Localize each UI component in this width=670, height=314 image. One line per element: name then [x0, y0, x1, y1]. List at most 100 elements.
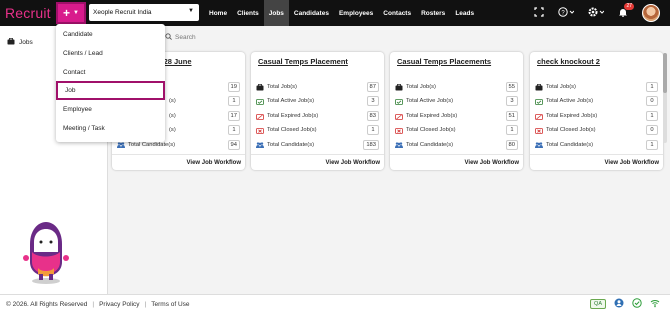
stat-label: Total Job(s) [267, 84, 297, 90]
briefcase-icon [535, 83, 543, 91]
stat-total-jobs: Total Job(s) 1 [535, 81, 658, 93]
stat-label: Total Job(s) [546, 84, 576, 90]
job-card: Casual Temps Placements Total Job(s) 55 … [390, 52, 523, 170]
top-navbar: Recruit + ▼ Xeople Recruit India ▼ Home C… [0, 0, 670, 26]
company-select-value: Xeople Recruit India [93, 9, 152, 16]
closed-job-icon [256, 127, 264, 134]
view-job-workflow-link[interactable]: View Job Workflow [112, 154, 245, 170]
stat-value: 183 [363, 140, 379, 150]
nav-clients[interactable]: Clients [232, 0, 264, 26]
stat-value: 87 [366, 82, 379, 92]
stat-label-partial: (s) [169, 127, 176, 133]
job-card-title[interactable]: Casual Temps Placement [258, 57, 348, 66]
wifi-icon[interactable] [650, 298, 660, 310]
job-card: Casual Temps Placement Total Job(s) 87 T… [251, 52, 384, 170]
search-placeholder: Search [175, 34, 196, 41]
stat-value: 80 [505, 140, 518, 150]
job-cards: lyst - 28 June 19 (s) 1 (s) 17 (s) 1 Total … [112, 52, 664, 172]
search-icon [165, 33, 172, 42]
view-job-workflow-link[interactable]: View Job Workflow [390, 154, 523, 170]
stat-value: 3 [506, 96, 518, 106]
bell-icon[interactable]: 27 [618, 2, 634, 20]
menu-item-employee[interactable]: Employee [56, 100, 165, 119]
stat-label: Total Expired Job(s) [267, 113, 319, 119]
check-circle-icon[interactable] [632, 298, 642, 310]
nav-rosters[interactable]: Rosters [416, 0, 450, 26]
job-card-title[interactable]: check knockout 2 [537, 57, 600, 66]
fullscreen-icon[interactable] [534, 6, 544, 20]
nav-contacts[interactable]: Contacts [378, 0, 416, 26]
menu-item-job[interactable]: Job [56, 81, 165, 100]
company-select[interactable]: Xeople Recruit India ▼ [89, 4, 199, 21]
menu-item-candidate[interactable]: Candidate [56, 25, 165, 44]
cards-scrollbar[interactable] [663, 53, 667, 143]
people-icon [395, 142, 403, 149]
active-job-icon [535, 98, 543, 105]
stat-label: Total Closed Job(s) [546, 127, 596, 133]
menu-item-meeting-task[interactable]: Meeting / Task [56, 119, 165, 138]
footer-separator: | [92, 301, 95, 308]
stat-value: 1 [646, 111, 658, 121]
nav-home[interactable]: Home [204, 0, 232, 26]
top-icons: ? 27 [534, 0, 660, 26]
user-icon[interactable] [614, 298, 624, 310]
stat-value: 1 [228, 96, 240, 106]
stat-label: Total Candidate(s) [546, 142, 594, 148]
nav-leads[interactable]: Leads [450, 0, 479, 26]
job-card-title[interactable]: Casual Temps Placements [397, 57, 491, 66]
stat-expired-jobs: Total Expired Job(s) 83 [256, 110, 379, 122]
nav-employees[interactable]: Employees [334, 0, 378, 26]
stat-label: Total Expired Job(s) [406, 113, 458, 119]
stat-label: Total Active Job(s) [406, 98, 454, 104]
stat-active-jobs: Total Active Job(s) 0 [535, 95, 658, 107]
terms-of-use-link[interactable]: Terms of Use [151, 301, 189, 308]
stat-value: 83 [366, 111, 379, 121]
avatar[interactable] [642, 4, 660, 22]
stat-value: 1 [506, 125, 518, 135]
expired-job-icon [395, 113, 403, 120]
stat-label: Total Active Job(s) [546, 98, 594, 104]
sidebar-item-jobs[interactable]: Jobs [7, 37, 33, 47]
stat-value: 51 [505, 111, 518, 121]
stat-total-candidates: Total Candidate(s) 1 [535, 139, 658, 151]
stat-total-jobs: Total Job(s) 55 [395, 81, 518, 93]
privacy-policy-link[interactable]: Privacy Policy [99, 301, 139, 308]
stat-label-partial: (s) [169, 98, 176, 104]
menu-item-contact[interactable]: Contact [56, 63, 165, 82]
closed-job-icon [395, 127, 403, 134]
menu-item-clients-lead[interactable]: Clients / Lead [56, 44, 165, 63]
stat-active-jobs: Total Active Job(s) 3 [395, 95, 518, 107]
nav-candidates[interactable]: Candidates [289, 0, 334, 26]
view-job-workflow-link[interactable]: View Job Workflow [530, 154, 663, 170]
stat-value: 0 [646, 125, 658, 135]
sidebar-item-label: Jobs [19, 39, 33, 46]
settings-icon[interactable] [588, 7, 605, 20]
stat-total-candidates: Total Candidate(s) 80 [395, 139, 518, 151]
app-logo[interactable]: Recruit [5, 5, 51, 21]
chevron-down-icon: ▼ [188, 8, 194, 14]
add-new-menu: Candidate Clients / Lead Contact Job Emp… [56, 24, 165, 142]
add-new-button[interactable]: + ▼ [56, 2, 86, 24]
stat-value: 0 [646, 96, 658, 106]
search-bar[interactable]: Search [165, 33, 196, 42]
stat-label: Total Expired Job(s) [546, 113, 598, 119]
stat-value: 1 [367, 125, 379, 135]
briefcase-icon [395, 83, 403, 91]
expired-job-icon [256, 113, 264, 120]
stat-closed-jobs: Total Closed Job(s) 1 [395, 124, 518, 136]
briefcase-icon [256, 83, 264, 91]
nav-jobs[interactable]: Jobs [263, 0, 289, 26]
main-nav: Home Clients Jobs Candidates Employees C… [204, 0, 479, 26]
stat-expired-jobs: Total Expired Job(s) 51 [395, 110, 518, 122]
stat-value: 1 [228, 125, 240, 135]
stat-expired-jobs: Total Expired Job(s) 1 [535, 110, 658, 122]
expired-job-icon [535, 113, 543, 120]
chevron-down-icon: ▼ [73, 10, 79, 16]
help-icon[interactable]: ? [558, 6, 575, 20]
scrollbar-thumb[interactable] [663, 53, 667, 93]
stat-label: Total Closed Job(s) [267, 127, 317, 133]
view-job-workflow-link[interactable]: View Job Workflow [251, 154, 384, 170]
stat-label: Total Candidate(s) [267, 142, 315, 148]
active-job-icon [256, 98, 264, 105]
copyright-text: © 2026. All Rights Reserved [6, 301, 88, 308]
